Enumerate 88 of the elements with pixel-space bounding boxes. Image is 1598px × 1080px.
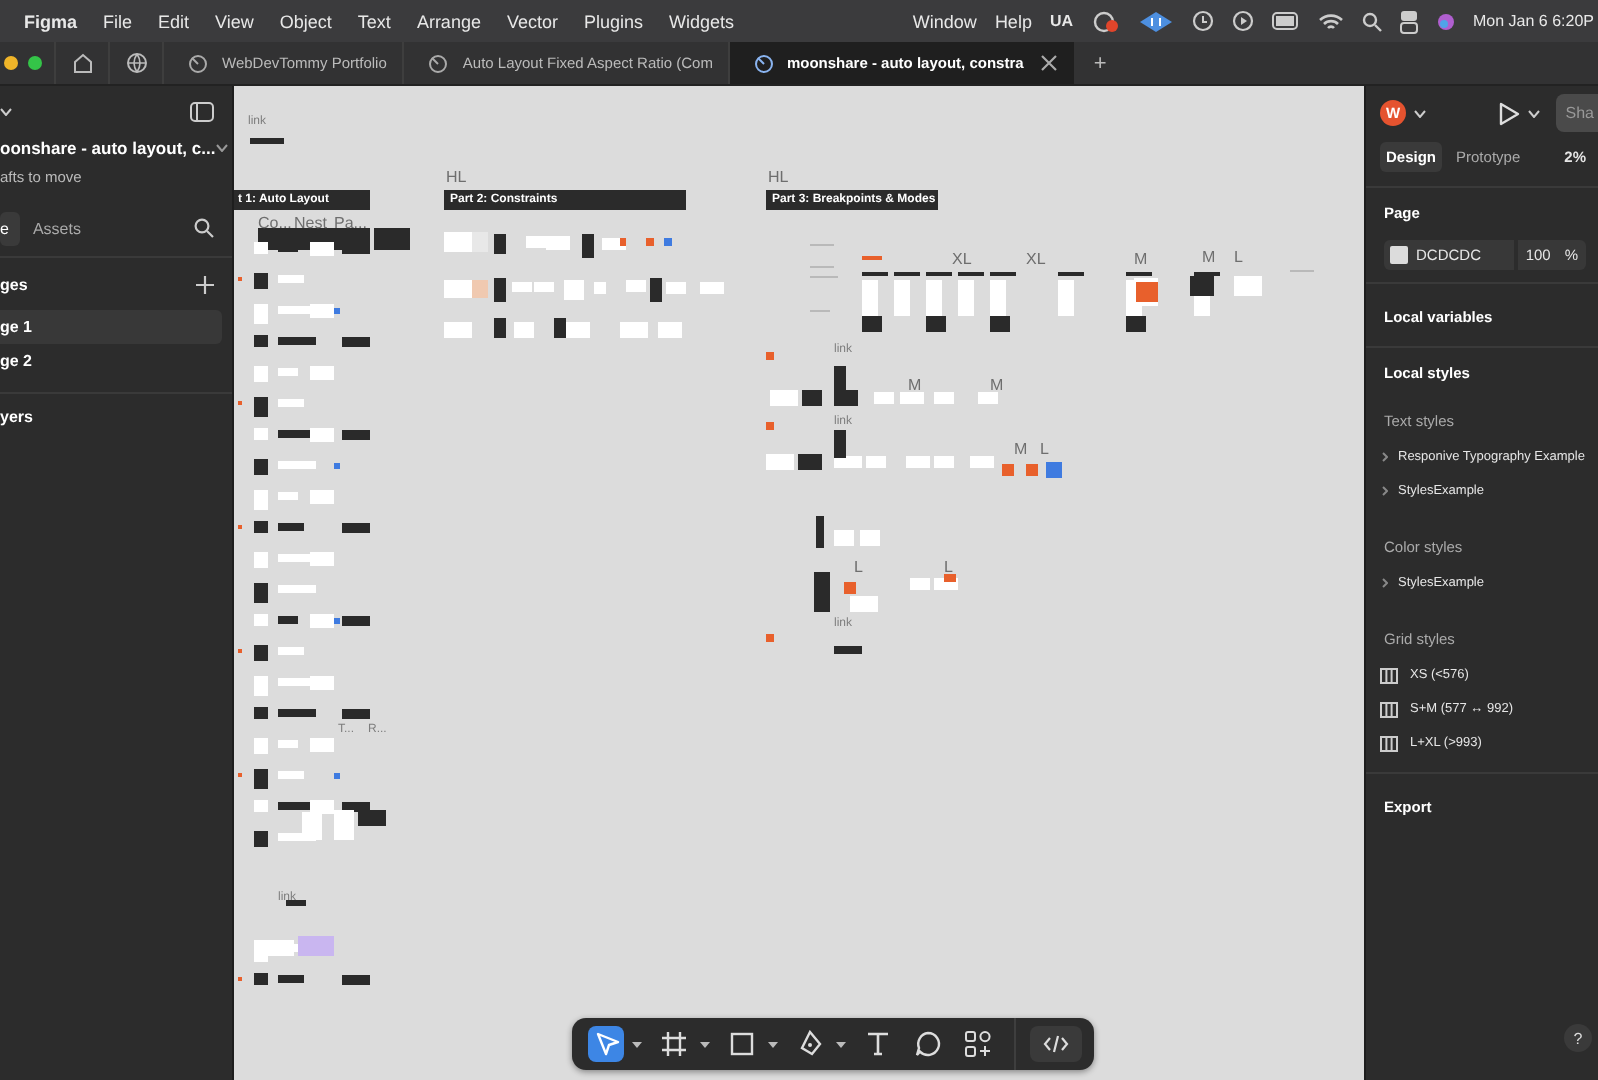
menu-item[interactable]: Text — [357, 11, 391, 31]
panel-tab[interactable]: Assets — [32, 211, 93, 245]
cursor-icon — [592, 1030, 620, 1058]
home-icon[interactable] — [71, 52, 93, 74]
canvas-label: XL — [952, 250, 972, 268]
globe-icon[interactable] — [125, 52, 147, 74]
panel-tab[interactable]: e — [0, 211, 21, 245]
canvas-label: M — [1202, 248, 1216, 266]
wifi-icon[interactable] — [1317, 11, 1344, 31]
color-swatch[interactable] — [1390, 246, 1408, 264]
canvas-label: Nest — [294, 214, 327, 232]
chevron-right-icon — [1382, 578, 1388, 588]
tool-button[interactable] — [910, 1026, 946, 1062]
chevron-down-icon[interactable] — [632, 1041, 642, 1047]
tool-button[interactable] — [656, 1026, 692, 1062]
canvas-label: Pa... — [334, 214, 367, 232]
chevron-down-icon[interactable] — [700, 1041, 710, 1047]
page-item[interactable]: ge 2 — [0, 344, 222, 378]
menu-item[interactable]: View — [215, 11, 254, 31]
chevron-down-icon[interactable] — [1414, 109, 1426, 117]
section-title: ges — [0, 275, 28, 293]
window-minimize-button[interactable] — [4, 56, 18, 70]
menu-item[interactable]: Widgets — [669, 11, 735, 31]
canvas-label: Co... — [258, 214, 292, 232]
section-title: yers — [0, 406, 35, 426]
figma-file-icon — [754, 53, 775, 73]
window-zoom-button[interactable] — [28, 56, 42, 70]
code-icon — [1042, 1030, 1070, 1058]
switches-icon[interactable] — [1399, 9, 1418, 33]
chevron-right-icon — [1382, 452, 1388, 462]
clock-icon[interactable] — [1191, 10, 1214, 32]
menu-item[interactable]: Plugins — [583, 11, 644, 31]
chevron-down-icon[interactable] — [836, 1041, 846, 1047]
status-text[interactable]: UA — [1049, 12, 1074, 30]
canvas-label: L — [1234, 248, 1243, 266]
search-icon[interactable] — [1361, 11, 1382, 31]
canvas-label: M — [990, 376, 1004, 394]
grid-icon — [1380, 667, 1398, 683]
close-icon[interactable] — [1039, 54, 1058, 72]
square-icon — [728, 1030, 756, 1058]
menu-item[interactable]: Figma — [24, 11, 78, 31]
figma-file-icon — [428, 53, 449, 73]
menu-item[interactable]: Window — [912, 11, 977, 31]
diamond-icon[interactable] — [1137, 9, 1174, 33]
battery-icon[interactable] — [1271, 12, 1300, 30]
sidebar-icon[interactable] — [190, 102, 214, 122]
canvas-label: L — [854, 558, 863, 576]
text-icon — [864, 1030, 892, 1058]
file-name[interactable]: oonshare - auto layout, c... — [0, 138, 216, 158]
menu-item[interactable]: Object — [279, 11, 332, 31]
comment-icon — [914, 1030, 942, 1058]
menu-item[interactable]: File — [103, 11, 133, 31]
page-item[interactable]: ge 1 — [0, 310, 222, 344]
chevron-down-icon[interactable] — [215, 144, 228, 152]
canvas-label: L — [1040, 440, 1049, 458]
canvas-label: XL — [1026, 250, 1046, 268]
menu-item[interactable]: Arrange — [416, 11, 481, 31]
clock-text: Mon Jan 6 6:20P — [1473, 12, 1594, 30]
canvas-label: L — [944, 558, 953, 576]
chevron-down-icon[interactable] — [1527, 109, 1540, 117]
play-icon[interactable] — [1497, 101, 1520, 125]
plus-icon[interactable] — [196, 275, 214, 293]
shapes-grid-icon — [964, 1030, 992, 1058]
frame-icon — [660, 1030, 688, 1058]
canvas-label: M — [1134, 250, 1148, 268]
help-button[interactable]: ? — [1564, 1024, 1592, 1052]
play-circle-icon[interactable] — [1231, 10, 1254, 32]
chevron-down-icon[interactable] — [0, 108, 12, 116]
tool-button[interactable] — [1030, 1026, 1082, 1062]
tool-button[interactable] — [960, 1026, 996, 1062]
new-tab-button[interactable]: + — [1073, 51, 1127, 75]
canvas-label: M — [1014, 440, 1028, 458]
pen-icon — [796, 1030, 824, 1058]
chevron-right-icon — [1382, 486, 1388, 496]
tool-button[interactable] — [588, 1026, 624, 1062]
chevron-down-icon[interactable] — [768, 1041, 778, 1047]
figma-file-icon — [188, 53, 208, 73]
menu-item[interactable]: Vector — [506, 11, 558, 31]
search-icon[interactable] — [194, 218, 214, 238]
recording-icon[interactable] — [1091, 9, 1120, 33]
grid-icon — [1380, 701, 1398, 717]
menu-item[interactable]: Help — [994, 11, 1032, 31]
menu-item[interactable]: Edit — [158, 11, 190, 31]
canvas-label: M — [908, 376, 922, 394]
grid-icon — [1380, 735, 1398, 751]
canvas-label: HL — [768, 168, 789, 186]
canvas-label: HL — [446, 168, 467, 186]
colorful-orb-icon[interactable] — [1435, 11, 1456, 31]
